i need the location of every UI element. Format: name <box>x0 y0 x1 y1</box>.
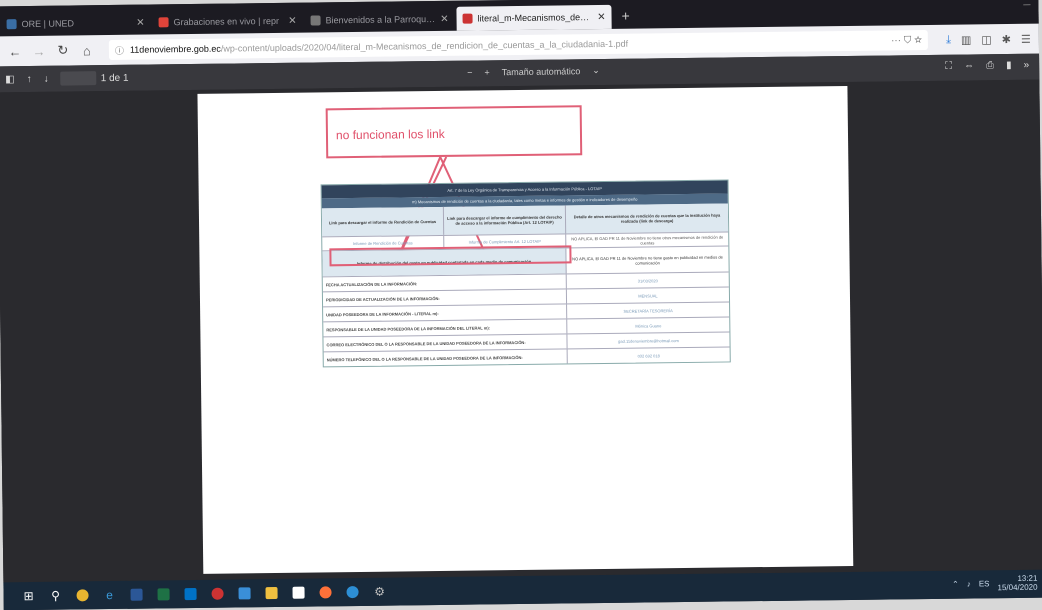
back-arrow-icon[interactable]: ← <box>5 41 25 61</box>
pdf-viewer[interactable]: no funcionan los link Art. 7 de la Ley O… <box>0 79 1042 583</box>
pdf-favicon-icon <box>462 13 473 24</box>
close-tab-icon[interactable]: ✕ <box>597 11 606 22</box>
chevron-down-icon[interactable]: ⌄ <box>592 65 600 76</box>
store-icon[interactable] <box>287 583 309 603</box>
pdf-reader-icon[interactable] <box>206 584 228 604</box>
site-info-icon[interactable]: ⓘ <box>115 43 124 56</box>
tab-title: Grabaciones en vivo | repr <box>173 15 280 28</box>
search-icon[interactable]: ⚲ <box>44 586 66 606</box>
open-file-icon[interactable]: ⇔ <box>964 60 974 71</box>
previous-page-icon[interactable]: ↑ <box>27 73 32 84</box>
edge-icon[interactable]: e <box>98 585 120 605</box>
sidebar-icon[interactable]: ◫ <box>981 33 992 46</box>
zoom-out-icon[interactable]: − <box>467 67 472 77</box>
clock-date: 15/04/2020 <box>997 582 1038 593</box>
zoom-in-icon[interactable]: + <box>484 67 489 77</box>
firefox-icon[interactable] <box>314 582 336 602</box>
lotaip-table: Art. 7 de la Ley Orgánica de Transparenc… <box>320 179 731 368</box>
row-label: CORREO ELECTRÓNICO DEL O LA RESPONSABLE … <box>323 334 568 352</box>
home-icon[interactable]: ⌂ <box>77 40 97 60</box>
column-header: Link para descargar el informe de cumpli… <box>443 205 567 235</box>
toggle-sidebar-icon[interactable]: ◧ <box>5 74 15 85</box>
more-tools-icon[interactable]: » <box>1024 60 1030 71</box>
network-icon[interactable] <box>233 583 255 603</box>
excel-icon[interactable] <box>152 584 174 604</box>
row-label: RESPONSABLE DE LA UNIDAD POSEEDORA DE LA… <box>323 319 568 337</box>
tab-title: Bienvenidos a la Parroquia de <box>325 14 437 26</box>
library-icon[interactable]: ▥ <box>961 33 972 46</box>
close-tab-icon[interactable]: ✕ <box>136 17 145 28</box>
app-icon[interactable] <box>341 582 363 602</box>
zoom-select[interactable]: Tamaño automático <box>502 66 581 77</box>
new-tab-button[interactable]: + <box>613 5 637 29</box>
email-link[interactable]: gad.11denoviembre@hotmail.com <box>567 332 729 348</box>
window-minimize-icon[interactable]: ─ <box>1023 0 1030 11</box>
page-count: 1 de 1 <box>100 72 129 84</box>
next-page-icon[interactable]: ↓ <box>44 73 49 84</box>
uned-favicon-icon <box>6 19 17 30</box>
url-host: 11denoviembre.gob.ec <box>129 43 221 55</box>
row-label: UNIDAD POSEEDORA DE LA INFORMACIÓN - LIT… <box>323 304 568 322</box>
tool-icon[interactable]: ⚙ <box>368 582 390 602</box>
tab-title: ORE | UNED <box>21 18 74 30</box>
pdf-page: no funcionan los link Art. 7 de la Ley O… <box>197 85 854 574</box>
tab-parroquia[interactable]: Bienvenidos a la Parroquia de ✕ <box>304 7 454 33</box>
windows-start-icon[interactable]: ⊞ <box>17 586 39 606</box>
column-header: Link para descargar el informe de Rendic… <box>321 206 445 237</box>
page-favicon-icon <box>310 15 321 26</box>
annotation-box: no funcionan los link <box>325 105 583 159</box>
row-value: SECRETARÍA TESORERÍA <box>623 307 673 314</box>
zoom-controls: − + Tamaño automático ⌄ <box>467 65 600 78</box>
print-icon[interactable]: ⎙ <box>986 60 994 71</box>
volume-icon[interactable]: ♪ <box>967 579 971 588</box>
presentation-mode-icon[interactable]: ⛶ <box>945 61 952 72</box>
menu-icon[interactable]: ☰ <box>1021 32 1031 45</box>
file-explorer-icon[interactable] <box>260 583 282 603</box>
show-hidden-icons-icon[interactable]: ⌃ <box>952 579 959 588</box>
broken-links-highlight <box>329 245 572 267</box>
save-icon[interactable]: ▮ <box>1006 60 1012 71</box>
page-number-input[interactable] <box>60 71 97 86</box>
row-label: PERIODICIDAD DE ACTUALIZACIÓN DE LA INFO… <box>322 289 568 307</box>
download-icon[interactable]: ⤓ <box>946 33 951 46</box>
clock[interactable]: 13:21 15/04/2020 <box>997 574 1037 592</box>
row-value: 31/03/2020 <box>637 277 658 284</box>
row-label: NÚMERO TELEFÓNICO DEL O LA RESPONSABLE D… <box>323 349 568 367</box>
annotation-text: no funcionan los link <box>335 126 445 143</box>
close-tab-icon[interactable]: ✕ <box>288 15 297 26</box>
tab-pdf-literal-m[interactable]: literal_m-Mecanismos_de_rendic ✕ <box>456 4 612 31</box>
publicity-value: NO APLICA, El GAD PR 11 de Noviembre no … <box>572 254 723 266</box>
tab-ore-uned[interactable]: ORE | UNED ✕ <box>0 10 150 36</box>
row-value: Mónica Guano <box>635 322 662 329</box>
screen: ORE | UNED ✕ Grabaciones en vivo | repr … <box>0 0 1042 610</box>
close-tab-icon[interactable]: ✕ <box>440 13 449 24</box>
row-label: FECHA ACTUALIZACIÓN DE LA INFORMACIÓN: <box>322 274 567 292</box>
column-headers: Link para descargar el informe de Rendic… <box>321 203 729 237</box>
pdf-tools: ⛶ ⇔ ⎙ ▮ » <box>945 60 1029 72</box>
row-value: MENSUAL <box>638 292 658 299</box>
reload-icon[interactable]: ↻ <box>53 40 73 60</box>
word-icon[interactable] <box>125 585 147 605</box>
row-value: 032 692 018 <box>637 352 660 359</box>
outlook-icon[interactable] <box>179 584 201 604</box>
language-indicator[interactable]: ES <box>979 579 990 588</box>
tab-grabaciones[interactable]: Grabaciones en vivo | repr ✕ <box>152 9 302 35</box>
extension-icon[interactable]: ✱ <box>1002 32 1011 45</box>
page-actions[interactable]: ··· ⛉ ☆ <box>883 35 922 46</box>
system-tray: ⌃ ♪ ES 13:21 15/04/2020 <box>952 574 1038 593</box>
tab-title: literal_m-Mecanismos_de_rendic <box>477 12 594 24</box>
video-favicon-icon <box>158 17 169 28</box>
chrome-icon[interactable] <box>71 585 93 605</box>
url-path: /wp-content/uploads/2020/04/literal_m-Me… <box>220 38 629 54</box>
otros-mecanismos-text: NO APLICA, El GAD PR 11 de Noviembre no … <box>571 234 724 246</box>
column-header: Detalle de otros mecanismos de rendición… <box>573 212 721 224</box>
forward-arrow-icon[interactable]: → <box>29 41 49 61</box>
clock-time: 13:21 <box>1017 573 1038 583</box>
